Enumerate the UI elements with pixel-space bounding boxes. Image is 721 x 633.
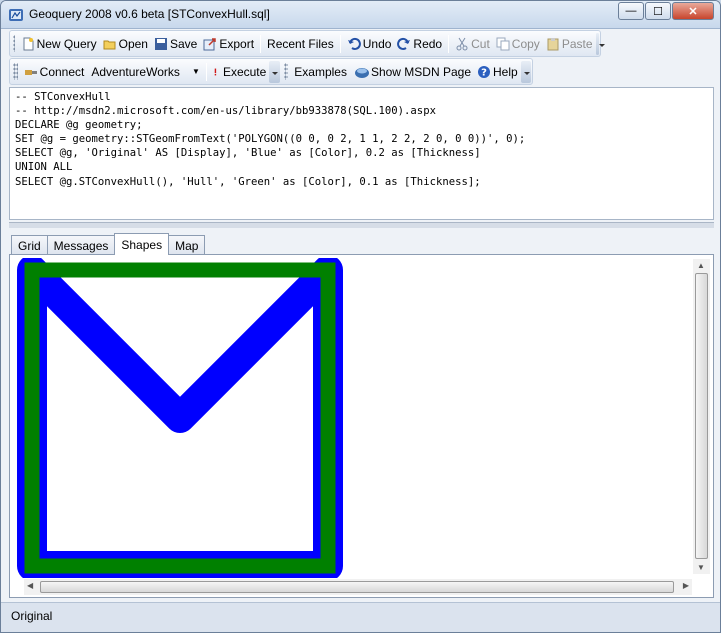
- shapes-panel: ▲ ▼ ◀ ▶: [9, 254, 714, 598]
- examples-label: Examples: [294, 64, 347, 79]
- undo-button[interactable]: Undo: [344, 33, 395, 55]
- query-toolbar: Connect AdventureWorks ▼ Execute Example…: [9, 58, 533, 85]
- scissors-icon: [456, 37, 468, 50]
- editor-line: SET @g = geometry::STGeomFromText('POLYG…: [15, 133, 526, 146]
- shapes-svg: [17, 258, 343, 578]
- paste-label: Paste: [561, 36, 593, 51]
- tab-map[interactable]: Map: [168, 235, 206, 255]
- scroll-up-icon[interactable]: ▲: [697, 261, 705, 270]
- app-icon: [9, 9, 23, 21]
- redo-label: Redo: [413, 36, 443, 51]
- help-button[interactable]: ? Help: [474, 61, 521, 83]
- toolbar-separator: [339, 34, 341, 53]
- export-label: Export: [219, 36, 255, 51]
- examples-button[interactable]: Examples: [291, 61, 350, 83]
- main-toolbar: New Query Open Save Export Recent Files …: [9, 30, 604, 57]
- copy-label: Copy: [511, 36, 540, 51]
- scroll-right-icon[interactable]: ▶: [683, 581, 689, 590]
- new-query-label: New Query: [36, 36, 97, 51]
- help-icon: ?: [478, 65, 490, 78]
- editor-line: SELECT @g.STConvexHull(), 'Hull', 'Green…: [15, 175, 481, 188]
- results-tabs: Grid Messages Shapes Map: [11, 233, 206, 255]
- database-select-value: AdventureWorks: [91, 64, 180, 79]
- pane-splitter[interactable]: [9, 222, 714, 228]
- cut-button[interactable]: Cut: [452, 33, 493, 55]
- editor-line: UNION ALL: [15, 161, 73, 174]
- toolbar-separator: [448, 34, 450, 53]
- show-msdn-button[interactable]: Show MSDN Page: [350, 61, 474, 83]
- new-document-icon: [23, 37, 34, 50]
- toolbar-separator: [205, 62, 207, 81]
- undo-icon: [347, 37, 361, 50]
- new-query-button[interactable]: New Query: [18, 33, 100, 55]
- title-bar[interactable]: Geoquery 2008 v0.6 beta [STConvexHull.sq…: [1, 1, 720, 29]
- copy-button[interactable]: Copy: [493, 33, 543, 55]
- connect-icon: [24, 69, 37, 75]
- toolbar-grip[interactable]: [13, 63, 18, 80]
- tab-shapes[interactable]: Shapes: [114, 233, 170, 255]
- toolbar-overflow-button[interactable]: [520, 60, 531, 83]
- connect-button[interactable]: Connect: [21, 61, 88, 83]
- editor-line: -- STConvexHull: [15, 91, 111, 103]
- status-text: Original: [11, 609, 53, 623]
- maximize-button[interactable]: ☐: [645, 2, 671, 20]
- export-icon: [203, 37, 217, 50]
- window-controls: — ☐ ✕: [617, 2, 714, 20]
- horizontal-scrollbar[interactable]: ◀ ▶: [24, 579, 692, 595]
- vertical-scroll-thumb[interactable]: [695, 273, 708, 559]
- redo-button[interactable]: Redo: [394, 33, 445, 55]
- folder-open-icon: [103, 40, 116, 49]
- exclamation-icon: [214, 68, 217, 75]
- toolbar-grip[interactable]: [13, 35, 15, 52]
- svg-text:?: ?: [481, 67, 487, 78]
- connect-label: Connect: [39, 64, 85, 79]
- floppy-disk-icon: [154, 37, 167, 50]
- export-button[interactable]: Export: [200, 33, 257, 55]
- msdn-icon: [354, 67, 369, 78]
- execute-label: Execute: [222, 64, 267, 79]
- scroll-left-icon[interactable]: ◀: [27, 581, 33, 590]
- tab-grid[interactable]: Grid: [11, 235, 48, 255]
- original-polygon: [17, 258, 343, 578]
- save-button[interactable]: Save: [151, 33, 200, 55]
- toolbar-grip[interactable]: [283, 63, 289, 80]
- undo-label: Undo: [362, 36, 392, 51]
- toolbar-overflow-button[interactable]: [269, 60, 280, 83]
- scroll-down-icon[interactable]: ▼: [697, 563, 705, 572]
- paste-button[interactable]: Paste: [543, 33, 596, 55]
- tab-messages[interactable]: Messages: [46, 235, 116, 255]
- recent-files-button[interactable]: Recent Files: [264, 33, 337, 55]
- open-button[interactable]: Open: [100, 33, 151, 55]
- copy-icon: [496, 37, 510, 50]
- open-label: Open: [118, 36, 148, 51]
- recent-files-label: Recent Files: [267, 36, 334, 51]
- shapes-canvas[interactable]: [13, 258, 693, 578]
- window-title: Geoquery 2008 v0.6 beta [STConvexHull.sq…: [29, 7, 270, 21]
- app-window: Geoquery 2008 v0.6 beta [STConvexHull.sq…: [0, 0, 721, 633]
- editor-line: DECLARE @g geometry;: [15, 119, 143, 132]
- sql-editor[interactable]: -- STConvexHull -- http://msdn2.microsoft…: [9, 87, 714, 220]
- toolbar-overflow-button[interactable]: [595, 32, 604, 55]
- minimize-button[interactable]: —: [618, 2, 644, 20]
- save-label: Save: [169, 36, 198, 51]
- help-label: Help: [493, 64, 518, 79]
- cut-label: Cut: [471, 36, 490, 51]
- execute-button[interactable]: Execute: [210, 61, 269, 83]
- horizontal-scroll-thumb[interactable]: [40, 581, 674, 593]
- editor-line: SELECT @g, 'Original' AS [Display], 'Blu…: [15, 147, 481, 160]
- toolbar-separator: [260, 34, 262, 53]
- chevron-down-icon: ▼: [192, 67, 200, 76]
- clipboard-icon: [547, 37, 559, 50]
- show-msdn-label: Show MSDN Page: [370, 64, 471, 79]
- status-bar: Original: [1, 602, 720, 632]
- close-button[interactable]: ✕: [672, 2, 714, 20]
- database-select[interactable]: AdventureWorks ▼: [88, 62, 203, 82]
- editor-line: -- http://msdn2.microsoft.com/en-us/libr…: [15, 105, 436, 118]
- redo-icon: [397, 37, 411, 50]
- vertical-scrollbar[interactable]: ▲ ▼: [693, 259, 710, 574]
